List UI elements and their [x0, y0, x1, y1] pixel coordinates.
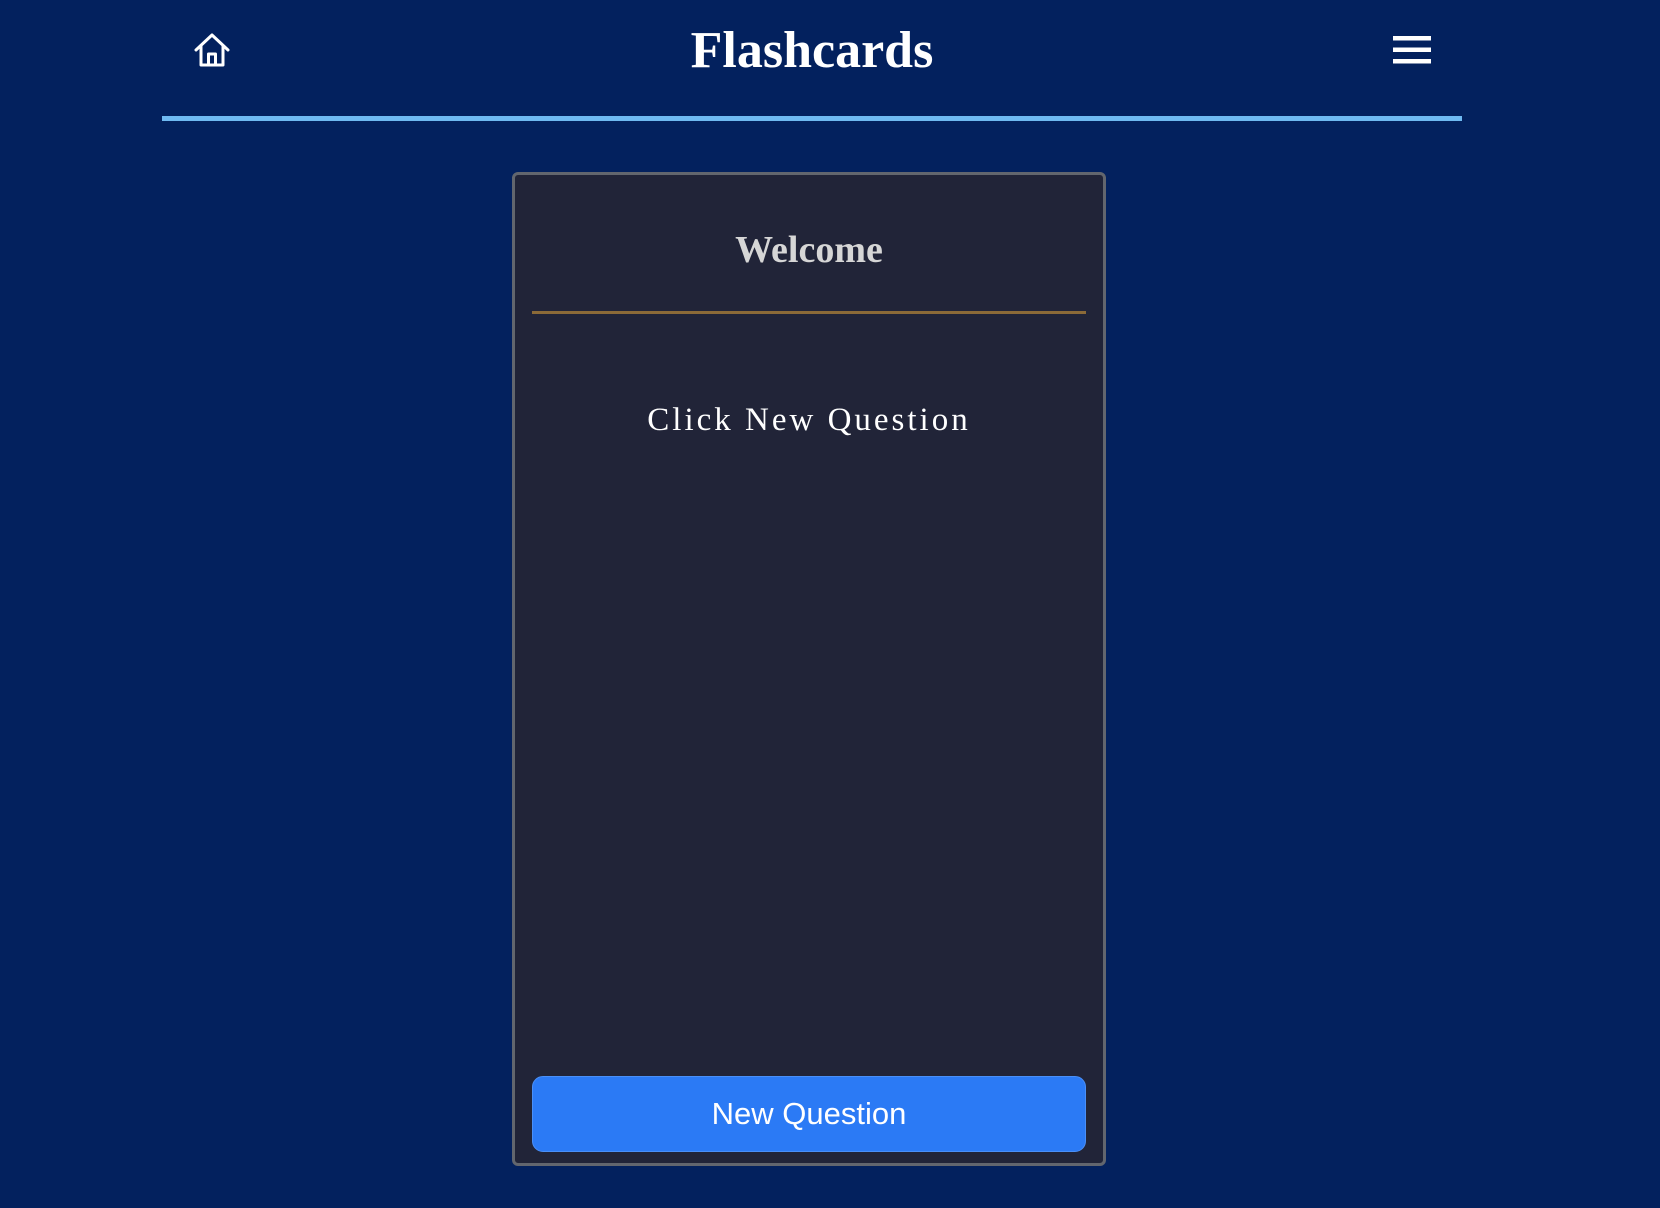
card-divider — [532, 311, 1086, 314]
app-header: Flashcards — [162, 0, 1462, 121]
hamburger-menu-icon — [1393, 36, 1431, 64]
card-prompt: Click New Question — [647, 402, 971, 438]
home-button[interactable] — [190, 28, 234, 72]
card-title: Welcome — [735, 229, 883, 271]
menu-button[interactable] — [1390, 28, 1434, 72]
home-icon — [194, 33, 230, 67]
new-question-button[interactable]: New Question — [532, 1076, 1086, 1152]
app-title: Flashcards — [690, 22, 934, 79]
flashcard: Welcome Click New Question New Question — [512, 172, 1106, 1166]
